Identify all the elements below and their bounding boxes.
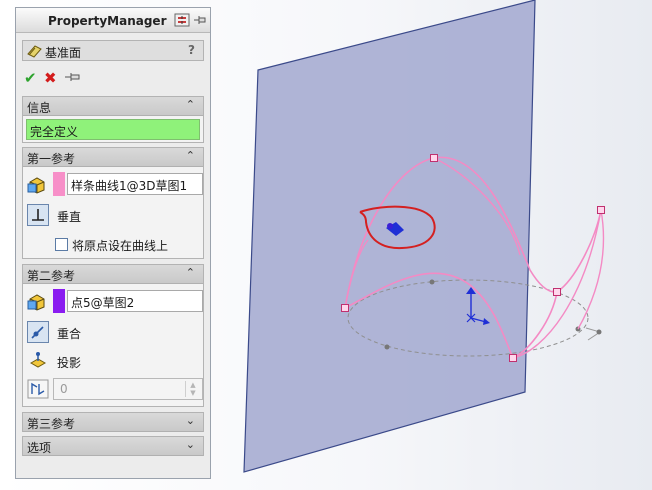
property-manager-panel: PropertyManager 基准面 ? ✔ ✖ 信息 ⌃ 完全定义 第一参考… bbox=[15, 7, 211, 479]
first-reference-field[interactable]: 样条曲线1@3D草图1 bbox=[67, 173, 203, 195]
distance-row: 0 ▲ ▼ bbox=[27, 378, 203, 402]
expand-chevron-icon[interactable]: ⌄ bbox=[186, 414, 195, 427]
project-icon[interactable] bbox=[27, 350, 49, 372]
spline-control-point[interactable] bbox=[430, 154, 438, 162]
sketch-point[interactable] bbox=[596, 329, 602, 335]
options-header[interactable]: 选项 ⌄ bbox=[23, 437, 203, 456]
second-reference-value: 点5@草图2 bbox=[71, 296, 135, 310]
selected-point[interactable] bbox=[387, 223, 393, 229]
project-label: 投影 bbox=[57, 356, 82, 370]
pushpin-icon[interactable] bbox=[192, 13, 208, 27]
group-title: 选项 bbox=[27, 441, 52, 455]
coincident-label: 重合 bbox=[57, 327, 82, 341]
group-title: 第二参考 bbox=[27, 269, 76, 283]
feature-name: 基准面 bbox=[45, 46, 82, 60]
help-button[interactable]: ? bbox=[188, 43, 195, 57]
check-icon[interactable]: ✔ bbox=[24, 70, 37, 86]
options-group[interactable]: 选项 ⌄ bbox=[22, 436, 204, 456]
spline-control-point[interactable] bbox=[509, 354, 517, 362]
reference-color-swatch bbox=[53, 172, 65, 196]
second-reference-group: 第二参考 ⌃ 点5@草图2 重合 投影 0 ▲ ▼ bbox=[22, 264, 204, 407]
collapse-chevron-icon[interactable]: ⌃ bbox=[186, 98, 195, 111]
first-reference-value: 样条曲线1@3D草图1 bbox=[71, 179, 188, 193]
perpendicular-option[interactable]: 垂直 bbox=[27, 204, 199, 226]
third-reference-header[interactable]: 第三参考 ⌄ bbox=[23, 413, 203, 432]
expand-chevron-icon[interactable]: ⌄ bbox=[186, 438, 195, 451]
status-text: 完全定义 bbox=[30, 125, 79, 139]
second-reference-row: 点5@草图2 bbox=[27, 289, 203, 315]
panel-title: PropertyManager bbox=[48, 14, 167, 28]
third-reference-group[interactable]: 第三参考 ⌄ bbox=[22, 412, 204, 432]
reference-plane[interactable] bbox=[243, 0, 536, 473]
constraint-label: 垂直 bbox=[57, 210, 82, 224]
panel-title-bar: PropertyManager bbox=[16, 8, 210, 33]
action-buttons: ✔ ✖ bbox=[24, 70, 104, 88]
group-title: 第一参考 bbox=[27, 152, 76, 166]
spline-control-point[interactable] bbox=[553, 288, 561, 296]
project-option[interactable]: 投影 bbox=[27, 350, 199, 372]
coincident-option[interactable]: 重合 bbox=[27, 321, 199, 343]
first-reference-group: 第一参考 ⌃ 样条曲线1@3D草图1 垂直 将原点设在曲线上 bbox=[22, 147, 204, 259]
cube-icon bbox=[27, 176, 47, 194]
second-reference-field[interactable]: 点5@草图2 bbox=[67, 290, 203, 312]
pushpin-icon[interactable] bbox=[64, 70, 82, 87]
collapse-chevron-icon[interactable]: ⌃ bbox=[186, 266, 195, 279]
collapse-chevron-icon[interactable]: ⌃ bbox=[186, 149, 195, 162]
cube-icon bbox=[27, 293, 47, 311]
second-reference-header[interactable]: 第二参考 ⌃ bbox=[23, 265, 203, 284]
coincident-icon[interactable] bbox=[27, 321, 49, 343]
reference-color-swatch bbox=[53, 289, 65, 313]
distance-value: 0 bbox=[60, 382, 68, 396]
graphics-viewport[interactable] bbox=[230, 0, 652, 490]
spline-control-point[interactable] bbox=[597, 206, 605, 214]
group-title: 第三参考 bbox=[27, 417, 76, 431]
flip-offset-icon[interactable] bbox=[27, 379, 49, 402]
status-message: 完全定义 bbox=[26, 119, 200, 140]
info-group: 信息 ⌃ 完全定义 bbox=[22, 96, 204, 143]
checkbox-label: 将原点设在曲线上 bbox=[72, 239, 169, 253]
sketch-point[interactable] bbox=[384, 344, 390, 350]
sketch-point[interactable] bbox=[429, 279, 435, 285]
spline-control-point[interactable] bbox=[341, 304, 349, 312]
plane-feature-icon bbox=[26, 43, 42, 61]
spline-curve-edge[interactable] bbox=[577, 209, 605, 330]
first-reference-row: 样条曲线1@3D草图1 bbox=[27, 172, 203, 198]
group-title: 信息 bbox=[27, 101, 52, 115]
feature-header: 基准面 ? bbox=[22, 40, 204, 61]
spin-buttons[interactable]: ▲ ▼ bbox=[185, 381, 200, 397]
checkbox-box[interactable] bbox=[55, 238, 68, 251]
perpendicular-icon[interactable] bbox=[27, 204, 49, 226]
expand-panel-icon[interactable] bbox=[174, 13, 190, 27]
info-group-header[interactable]: 信息 ⌃ bbox=[23, 97, 203, 116]
first-reference-header[interactable]: 第一参考 ⌃ bbox=[23, 148, 203, 167]
origin-on-curve-checkbox[interactable]: 将原点设在曲线上 bbox=[55, 237, 205, 253]
cancel-x-icon[interactable]: ✖ bbox=[44, 70, 57, 86]
distance-input[interactable]: 0 ▲ ▼ bbox=[53, 378, 203, 400]
